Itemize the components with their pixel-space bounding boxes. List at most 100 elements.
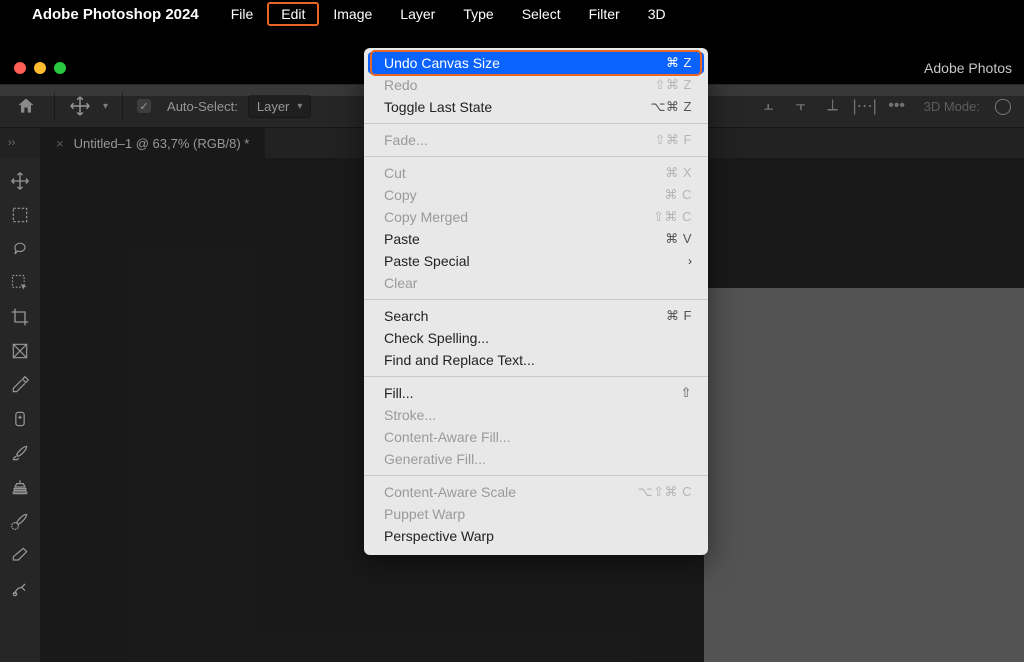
- window-minimize-button[interactable]: [34, 62, 46, 74]
- menu-item-cut: Cut⌘ X: [364, 162, 708, 184]
- menu-item-generative-fill: Generative Fill...: [364, 448, 708, 470]
- menu-item-label: Find and Replace Text...: [384, 352, 535, 368]
- lasso-tool[interactable]: [3, 232, 37, 266]
- frame-tool[interactable]: [3, 334, 37, 368]
- menu-item-shortcut: ⇧⌘ F: [655, 132, 692, 148]
- menu-item-label: Fade...: [384, 132, 428, 148]
- menu-item-copy-merged: Copy Merged ⇧⌘ C: [364, 206, 708, 228]
- expand-panels-button[interactable]: ››: [0, 128, 40, 158]
- menu-item-search[interactable]: Search⌘ F: [364, 305, 708, 327]
- brush-tool[interactable]: [3, 436, 37, 470]
- distribute-icon[interactable]: |⋯|: [856, 97, 874, 115]
- menu-item-shortcut: ⇧⌘ C: [653, 209, 692, 225]
- menu-item-label: Content-Aware Scale: [384, 484, 516, 500]
- menu-item-label: Copy Merged: [384, 209, 468, 225]
- menu-item-shortcut: ⇧⌘ Z: [655, 77, 692, 93]
- menu-item-label: Clear: [384, 275, 417, 291]
- menu-item-label: Generative Fill...: [384, 451, 486, 467]
- tools-panel: [0, 158, 40, 662]
- menu-item-shortcut: ⇧: [681, 385, 692, 401]
- move-tool-icon[interactable]: [69, 95, 91, 117]
- alignment-options: ⫠ ⫟ ⟂ |⋯| ••• 3D Mode: ◯: [760, 97, 1012, 115]
- menu-item-shortcut: ⌘ F: [666, 308, 692, 324]
- align-vcenter-icon[interactable]: ⫟: [792, 97, 810, 115]
- menu-item-shortcut: ⌘ C: [665, 187, 693, 203]
- auto-select-target-dropdown[interactable]: Layer ▾: [248, 95, 312, 118]
- object-select-tool[interactable]: [3, 266, 37, 300]
- menu-item-label: Puppet Warp: [384, 506, 465, 522]
- menu-item-label: Fill...: [384, 385, 414, 401]
- menu-image[interactable]: Image: [319, 2, 386, 26]
- gradient-tool[interactable]: [3, 572, 37, 606]
- menu-item-label: Content-Aware Fill...: [384, 429, 511, 445]
- menu-item-shortcut: ⌥⇧⌘ C: [638, 484, 692, 500]
- edit-menu-dropdown: Undo Canvas Size⌘ ZRedo⇧⌘ ZToggle Last S…: [364, 48, 708, 555]
- menu-item-label: Cut: [384, 165, 406, 181]
- menu-item-fill[interactable]: Fill... ⇧: [364, 382, 708, 404]
- menu-layer[interactable]: Layer: [386, 2, 449, 26]
- menu-edit[interactable]: Edit: [267, 2, 319, 26]
- menu-item-fade: Fade... ⇧⌘ F: [364, 129, 708, 151]
- window-close-button[interactable]: [14, 62, 26, 74]
- clone-stamp-tool[interactable]: [3, 470, 37, 504]
- menu-file[interactable]: File: [217, 2, 268, 26]
- document-tab[interactable]: × Untitled–1 @ 63,7% (RGB/8) *: [40, 128, 265, 158]
- home-icon: [16, 96, 36, 116]
- menu-item-shortcut: ⌥⌘ Z: [650, 99, 692, 115]
- menu-separator: [364, 156, 708, 157]
- macos-menubar: Adobe Photoshop 2024 File Edit Image Lay…: [0, 0, 1024, 28]
- submenu-arrow-icon: ›: [688, 254, 692, 268]
- menu-item-puppet-warp: Puppet Warp: [364, 503, 708, 525]
- menu-3d[interactable]: 3D: [634, 2, 680, 26]
- close-tab-icon[interactable]: ×: [56, 136, 64, 151]
- chevron-down-icon[interactable]: ▾: [103, 101, 108, 112]
- app-name: Adobe Photoshop 2024: [32, 6, 199, 23]
- menu-item-clear: Clear: [364, 272, 708, 294]
- menu-item-label: Perspective Warp: [384, 528, 494, 544]
- menu-item-label: Paste: [384, 231, 420, 247]
- history-brush-tool[interactable]: [3, 504, 37, 538]
- menu-item-paste[interactable]: Paste ⌘ V: [364, 228, 708, 250]
- eraser-tool[interactable]: [3, 538, 37, 572]
- marquee-tool[interactable]: [3, 198, 37, 232]
- menu-item-content-aware-scale: Content-Aware Scale ⌥⇧⌘ C: [364, 481, 708, 503]
- menu-item-find-and-replace-text[interactable]: Find and Replace Text...: [364, 349, 708, 371]
- menu-separator: [364, 299, 708, 300]
- align-top-icon[interactable]: ⫠: [760, 97, 778, 115]
- menu-type[interactable]: Type: [449, 2, 507, 26]
- menu-item-shortcut: ⌘ V: [665, 231, 692, 247]
- document-tab-title: Untitled–1 @ 63,7% (RGB/8) *: [74, 136, 250, 151]
- menu-filter[interactable]: Filter: [575, 2, 634, 26]
- more-options-icon[interactable]: •••: [888, 97, 906, 115]
- auto-select-checkbox[interactable]: ✓: [137, 99, 151, 113]
- document-canvas[interactable]: [704, 288, 1024, 662]
- home-button[interactable]: [12, 92, 40, 120]
- menu-item-copy: Copy ⌘ C: [364, 184, 708, 206]
- menu-separator: [364, 376, 708, 377]
- eyedropper-tool[interactable]: [3, 368, 37, 402]
- menu-item-label: Paste Special: [384, 253, 470, 269]
- healing-brush-tool[interactable]: [3, 402, 37, 436]
- menu-separator: [364, 123, 708, 124]
- 3d-orbit-icon[interactable]: ◯: [994, 97, 1012, 115]
- dropdown-value: Layer: [257, 99, 290, 114]
- menu-item-check-spelling[interactable]: Check Spelling...: [364, 327, 708, 349]
- 3d-mode-label: 3D Mode:: [924, 99, 980, 114]
- menu-item-label: Copy: [384, 187, 417, 203]
- menu-separator: [364, 475, 708, 476]
- auto-select-label: Auto-Select:: [167, 99, 238, 114]
- menu-item-perspective-warp[interactable]: Perspective Warp: [364, 525, 708, 547]
- window-zoom-button[interactable]: [54, 62, 66, 74]
- menu-item-label: Check Spelling...: [384, 330, 489, 346]
- align-bottom-icon[interactable]: ⟂: [824, 97, 842, 115]
- menu-item-undo-canvas-size[interactable]: Undo Canvas Size ⌘ Z: [368, 52, 704, 74]
- menu-item-toggle-last-state[interactable]: Toggle Last State⌥⌘ Z: [364, 96, 708, 118]
- move-tool[interactable]: [3, 164, 37, 198]
- menu-select[interactable]: Select: [508, 2, 575, 26]
- menu-item-label: Undo Canvas Size: [384, 55, 500, 71]
- crop-tool[interactable]: [3, 300, 37, 334]
- menu-item-shortcut: ⌘ Z: [666, 55, 692, 71]
- menu-item-paste-special[interactable]: Paste Special ›: [364, 250, 708, 272]
- menu-item-stroke: Stroke...: [364, 404, 708, 426]
- divider: [122, 92, 123, 120]
